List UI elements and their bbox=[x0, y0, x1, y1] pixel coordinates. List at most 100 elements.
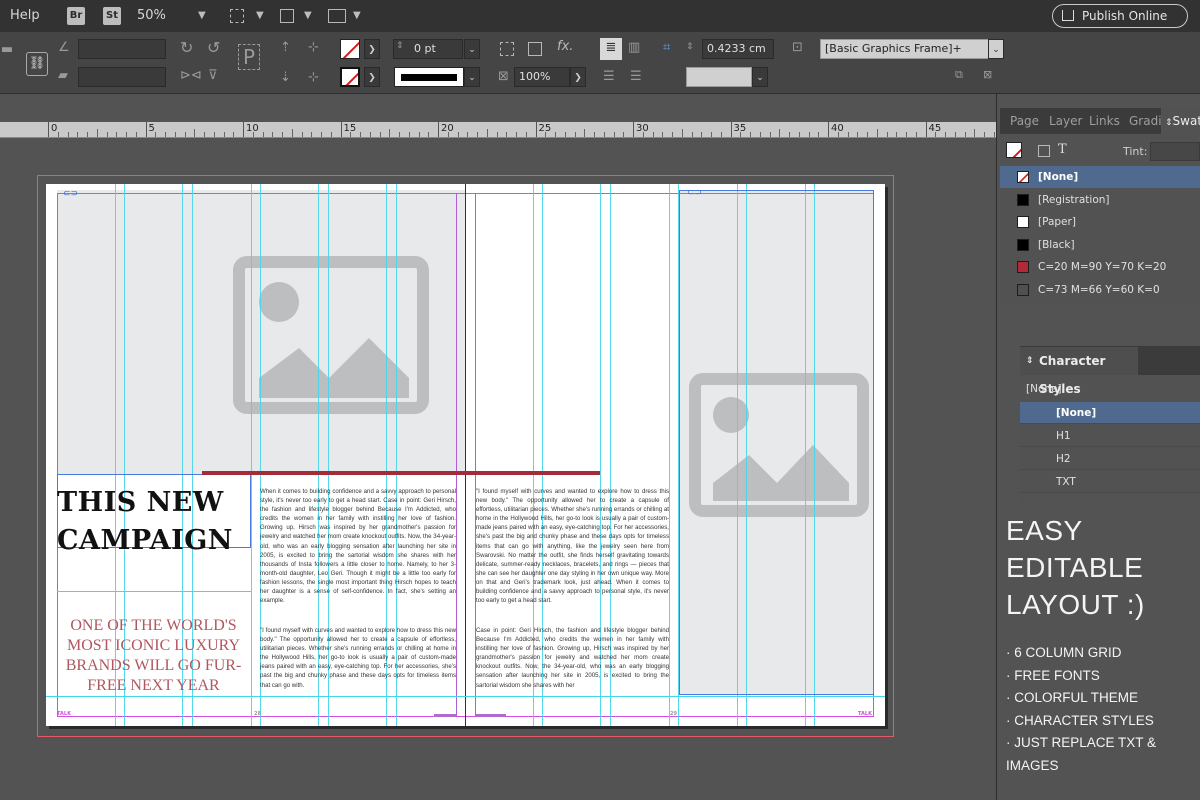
rotation-field[interactable] bbox=[78, 39, 166, 59]
gap-stepper-icon[interactable]: ⇕ bbox=[686, 42, 694, 52]
constrain-proportions-icon[interactable]: ⛓ bbox=[26, 52, 48, 76]
left-image-frame[interactable] bbox=[57, 190, 465, 474]
ruler-minor-tick bbox=[399, 132, 400, 137]
opacity-field[interactable]: 100% bbox=[514, 67, 570, 87]
stroke-type-dropdown-icon[interactable]: ⌄ bbox=[464, 67, 480, 87]
subheadline[interactable]: ONE OF THE WORLD'S MOST ICONIC LUXURY BR… bbox=[57, 616, 250, 696]
wrap-bounding-box-icon[interactable]: ▥ bbox=[628, 40, 640, 55]
screen-chevron-down-icon[interactable]: ▼ bbox=[304, 10, 312, 21]
character-style-item[interactable]: TXT bbox=[1020, 471, 1200, 493]
swatch-chip bbox=[1017, 238, 1029, 251]
zoom-chevron-down-icon[interactable]: ▼ bbox=[198, 10, 206, 21]
threaded-link-icon[interactable]: ⊂⊃ bbox=[63, 189, 78, 199]
tab-layers[interactable]: Layer bbox=[1049, 108, 1082, 134]
formatting-text-icon[interactable]: T bbox=[1058, 142, 1067, 157]
tab-gradient[interactable]: Gradi bbox=[1129, 108, 1162, 134]
body-column-1b[interactable]: "I found myself with curves and wanted t… bbox=[260, 626, 456, 690]
wrap-none-icon[interactable]: ≣ bbox=[600, 38, 622, 60]
ruler-minor-tick bbox=[876, 129, 878, 137]
select-next-icon[interactable]: ⊹ bbox=[308, 40, 319, 55]
body-column-1[interactable]: When it comes to building confidence and… bbox=[260, 487, 456, 620]
tint-field[interactable] bbox=[1150, 142, 1200, 161]
stroke-dropdown-icon[interactable]: ❯ bbox=[364, 67, 380, 87]
swatch-name: [Registration] bbox=[1038, 193, 1110, 206]
horizontal-ruler[interactable]: 0 5 10 15 20 25 30 35 40 45 bbox=[0, 122, 996, 138]
opacity-dropdown-icon[interactable]: ❯ bbox=[570, 67, 586, 87]
select-child-icon[interactable]: ⊹ bbox=[308, 70, 319, 85]
clear-overrides-icon[interactable]: ⧉ bbox=[955, 68, 963, 82]
flip-horizontal-icon[interactable]: ⊳⊲ bbox=[180, 68, 202, 83]
ruler-minor-tick bbox=[720, 132, 722, 137]
ruler-minor-tick bbox=[886, 132, 888, 137]
fill-swatch-icon[interactable] bbox=[340, 39, 360, 59]
rotate-cw-icon[interactable]: ↻ bbox=[180, 38, 193, 57]
stroke-style-dropdown-icon[interactable]: ⌄ bbox=[752, 67, 768, 87]
select-content-icon[interactable]: ⇣ bbox=[280, 70, 291, 85]
character-style-item[interactable]: [None] bbox=[1020, 402, 1200, 424]
headline[interactable]: THIS NEW CAMPAIGN bbox=[57, 484, 247, 560]
view-options-icon[interactable] bbox=[230, 9, 244, 23]
gap-tool-icon[interactable]: ⌗ bbox=[663, 40, 670, 55]
view-chevron-down-icon[interactable]: ▼ bbox=[256, 10, 264, 21]
stroke-weight-dropdown-icon[interactable]: ⌄ bbox=[464, 39, 480, 59]
fill-stroke-proxy-icon[interactable] bbox=[1006, 142, 1022, 158]
drop-shadow-icon[interactable] bbox=[528, 42, 542, 56]
ruler-minor-tick bbox=[837, 132, 839, 137]
swatch-row[interactable]: C=73 M=66 Y=60 K=0 bbox=[1000, 279, 1200, 301]
arrange-chevron-down-icon[interactable]: ▼ bbox=[353, 10, 361, 21]
select-previous-icon[interactable]: ⇡ bbox=[280, 40, 291, 55]
ruler-major-tick bbox=[633, 122, 634, 137]
tab-swatches[interactable]: ⇕Swat bbox=[1161, 108, 1200, 134]
wrap-jump-icon[interactable]: ☰ bbox=[630, 69, 642, 84]
reference-point-icon[interactable]: ▬ bbox=[0, 42, 14, 57]
ruler-minor-tick bbox=[847, 132, 849, 137]
frame-fitting-icon[interactable]: ⊡ bbox=[792, 40, 803, 55]
wrap-shape-icon[interactable]: ☰ bbox=[603, 69, 615, 84]
swatch-row[interactable]: [Black] bbox=[1000, 234, 1200, 256]
character-style-item[interactable]: H1 bbox=[1020, 425, 1200, 447]
body-column-2b[interactable]: Case in point: Geri Hirsch, the fashion … bbox=[476, 626, 669, 690]
rotate-ccw-icon[interactable]: ↺ bbox=[207, 38, 220, 57]
arrange-documents-icon[interactable] bbox=[328, 9, 346, 23]
ruler-minor-tick bbox=[369, 132, 371, 137]
swatch-row[interactable]: [Paper] bbox=[1000, 211, 1200, 233]
select-container-icon[interactable]: P bbox=[238, 44, 260, 70]
ruler-minor-tick bbox=[282, 132, 283, 137]
ruler-minor-tick bbox=[613, 132, 615, 137]
menu-help[interactable]: Help bbox=[10, 8, 40, 23]
zoom-level[interactable]: 50% bbox=[137, 8, 166, 23]
tab-pages[interactable]: Page bbox=[1010, 108, 1039, 134]
corner-options-icon[interactable] bbox=[500, 42, 514, 56]
swatch-row[interactable]: C=20 M=90 Y=70 K=20 bbox=[1000, 256, 1200, 278]
formatting-container-icon[interactable] bbox=[1038, 145, 1050, 157]
tab-character-styles[interactable]: ⇕ Character Styles bbox=[1020, 347, 1138, 396]
publish-online-button[interactable]: Publish Online bbox=[1052, 4, 1188, 28]
effects-fx-icon[interactable]: fx. bbox=[557, 39, 573, 54]
promo-feature: · FREE FONTS bbox=[1006, 667, 1100, 683]
tab-links[interactable]: Links bbox=[1089, 108, 1120, 134]
ruler-minor-tick bbox=[935, 132, 937, 137]
gap-field[interactable]: 0.4233 cm bbox=[702, 39, 774, 59]
stroke-type-sample[interactable] bbox=[394, 67, 464, 87]
shear-field[interactable] bbox=[78, 67, 166, 87]
swatch-row[interactable]: [None] bbox=[1000, 166, 1200, 188]
threaded-link-icon[interactable]: ⊂⊃ bbox=[687, 188, 702, 198]
flip-vertical-icon[interactable]: ⊽ bbox=[208, 68, 218, 83]
character-style-item[interactable]: H2 bbox=[1020, 448, 1200, 470]
fill-dropdown-icon[interactable]: ❯ bbox=[364, 39, 380, 59]
headline-line-1: THIS NEW bbox=[57, 487, 224, 518]
indesign-window: Help Br St 50% ▼ ▼ ▼ ▼ Publish Online ▬ … bbox=[0, 0, 1200, 800]
bridge-button[interactable]: Br bbox=[67, 7, 85, 25]
object-style-field[interactable]: [Basic Graphics Frame]+ bbox=[820, 39, 990, 59]
object-style-dropdown-icon[interactable]: ⌄ bbox=[988, 39, 1004, 59]
screen-mode-icon[interactable] bbox=[280, 9, 294, 23]
stroke-swatch-icon[interactable] bbox=[340, 67, 360, 87]
stock-button[interactable]: St bbox=[103, 7, 121, 25]
body-column-2[interactable]: "I found myself with curves and wanted t… bbox=[476, 487, 669, 620]
swatch-row[interactable]: [Registration] bbox=[1000, 189, 1200, 211]
ruler-minor-tick bbox=[311, 132, 313, 137]
stroke-style-field[interactable] bbox=[686, 67, 752, 87]
ruler-minor-tick bbox=[135, 132, 137, 137]
panel-menu-icon[interactable]: ⊠ bbox=[983, 68, 992, 81]
stroke-stepper-icon[interactable]: ⇕ bbox=[396, 41, 404, 51]
